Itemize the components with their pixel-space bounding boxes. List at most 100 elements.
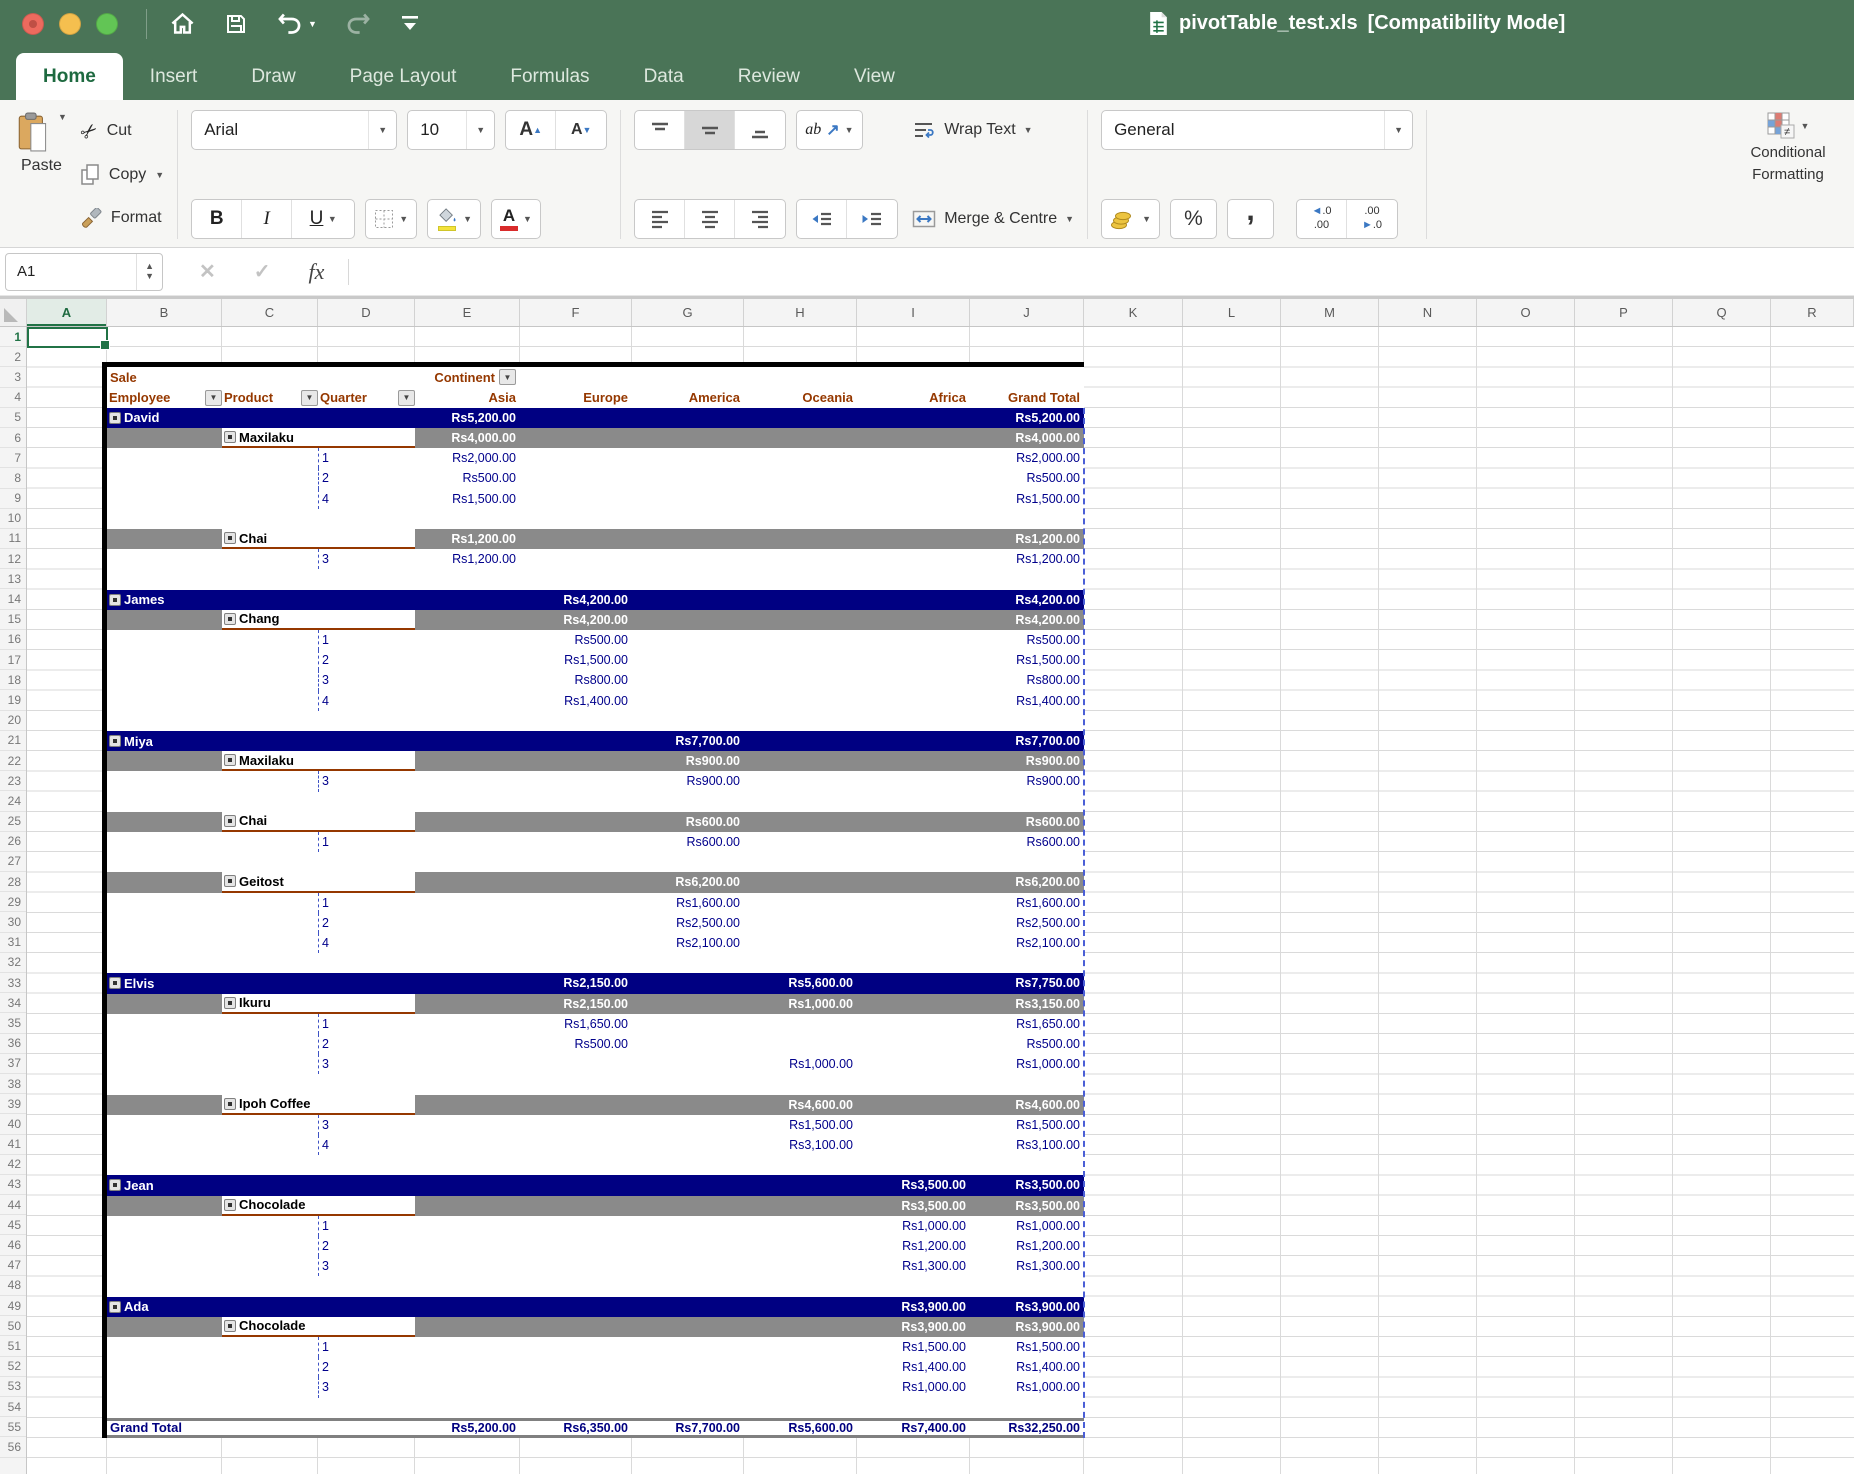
cell-I33[interactable] xyxy=(857,973,970,993)
cell-D55[interactable] xyxy=(318,1421,415,1435)
cell-F20[interactable] xyxy=(520,711,632,731)
expand-button[interactable] xyxy=(109,977,121,989)
conditional-formatting-button[interactable]: ≠ ▼ Conditional Formatting xyxy=(1730,110,1846,239)
cell-I8[interactable] xyxy=(857,468,970,488)
cell-I54[interactable] xyxy=(857,1398,970,1418)
cell-E29[interactable] xyxy=(415,893,520,913)
cell-B37[interactable] xyxy=(107,1054,222,1074)
cell-J33[interactable]: Rs7,750.00 xyxy=(970,973,1084,993)
cell-B7[interactable] xyxy=(107,448,222,468)
cell-C46[interactable] xyxy=(222,1236,318,1256)
cell-J49[interactable]: Rs3,900.00 xyxy=(970,1297,1084,1317)
insert-function-icon[interactable]: fx xyxy=(309,259,325,285)
column-header-R[interactable]: R xyxy=(1771,299,1854,326)
align-right-icon[interactable] xyxy=(735,200,785,238)
cell-I30[interactable] xyxy=(857,913,970,933)
cell-E4[interactable]: Asia xyxy=(415,388,520,408)
row-header-56[interactable]: 56 xyxy=(0,1437,26,1457)
expand-button[interactable] xyxy=(109,735,121,747)
cell-D28[interactable] xyxy=(318,872,415,892)
cell-E30[interactable] xyxy=(415,913,520,933)
cell-H30[interactable] xyxy=(744,913,857,933)
cell-I55[interactable]: Rs7,400.00 xyxy=(857,1421,970,1435)
cell-G23[interactable]: Rs900.00 xyxy=(632,771,744,791)
cell-D34[interactable] xyxy=(318,994,415,1014)
row-header-11[interactable]: 11 xyxy=(0,529,26,549)
column-header-C[interactable]: C xyxy=(222,299,318,326)
cell-I18[interactable] xyxy=(857,670,970,690)
cell-E19[interactable] xyxy=(415,691,520,711)
row-header-1[interactable]: 1 xyxy=(0,327,26,347)
cell-B43[interactable]: Jean xyxy=(107,1175,222,1195)
cell-H13[interactable] xyxy=(744,569,857,589)
cell-C47[interactable] xyxy=(222,1256,318,1276)
cell-D41[interactable]: 4 xyxy=(318,1135,415,1155)
cell-I20[interactable] xyxy=(857,711,970,731)
cell-J36[interactable]: Rs500.00 xyxy=(970,1034,1084,1054)
cell-J14[interactable]: Rs4,200.00 xyxy=(970,590,1084,610)
cell-J21[interactable]: Rs7,700.00 xyxy=(970,731,1084,751)
cell-D49[interactable] xyxy=(318,1297,415,1317)
cell-C44[interactable]: Chocolade xyxy=(222,1196,318,1216)
cell-D36[interactable]: 2 xyxy=(318,1034,415,1054)
cell-I51[interactable]: Rs1,500.00 xyxy=(857,1337,970,1357)
row-header-32[interactable]: 32 xyxy=(0,953,26,973)
cell-B4[interactable]: Employee▼ xyxy=(107,388,222,408)
cell-G49[interactable] xyxy=(632,1297,744,1317)
cell-G37[interactable] xyxy=(632,1054,744,1074)
cell-B35[interactable] xyxy=(107,1014,222,1034)
row-header-35[interactable]: 35 xyxy=(0,1013,26,1033)
cell-H34[interactable]: Rs1,000.00 xyxy=(744,994,857,1014)
cell-D25[interactable] xyxy=(318,812,415,832)
cell-F22[interactable] xyxy=(520,751,632,771)
row-header-46[interactable]: 46 xyxy=(0,1235,26,1255)
cell-C19[interactable] xyxy=(222,691,318,711)
cell-J20[interactable] xyxy=(970,711,1084,731)
row-header-53[interactable]: 53 xyxy=(0,1377,26,1397)
cell-E35[interactable] xyxy=(415,1014,520,1034)
cell-B22[interactable] xyxy=(107,751,222,771)
cell-C18[interactable] xyxy=(222,670,318,690)
tab-review[interactable]: Review xyxy=(711,53,827,100)
cell-B52[interactable] xyxy=(107,1357,222,1377)
row-header-47[interactable]: 47 xyxy=(0,1256,26,1276)
cell-C10[interactable] xyxy=(222,509,318,529)
cell-I4[interactable]: Africa xyxy=(857,388,970,408)
cell-J45[interactable]: Rs1,000.00 xyxy=(970,1216,1084,1236)
cell-B10[interactable] xyxy=(107,509,222,529)
cell-D42[interactable] xyxy=(318,1155,415,1175)
cell-B29[interactable] xyxy=(107,893,222,913)
cell-F4[interactable]: Europe xyxy=(520,388,632,408)
filter-dropdown-icon[interactable]: ▼ xyxy=(499,369,516,385)
cell-G18[interactable] xyxy=(632,670,744,690)
row-header-4[interactable]: 4 xyxy=(0,388,26,408)
row-header-38[interactable]: 38 xyxy=(0,1074,26,1094)
cell-D8[interactable]: 2 xyxy=(318,468,415,488)
cell-H11[interactable] xyxy=(744,529,857,549)
cell-F11[interactable] xyxy=(520,529,632,549)
cell-D39[interactable] xyxy=(318,1095,415,1115)
cell-J28[interactable]: Rs6,200.00 xyxy=(970,872,1084,892)
cell-H47[interactable] xyxy=(744,1256,857,1276)
cell-C36[interactable] xyxy=(222,1034,318,1054)
cell-E3[interactable]: Continent▼ xyxy=(415,367,520,387)
cell-G6[interactable] xyxy=(632,428,744,448)
cell-E45[interactable] xyxy=(415,1216,520,1236)
cell-E55[interactable]: Rs5,200.00 xyxy=(415,1421,520,1435)
cell-I36[interactable] xyxy=(857,1034,970,1054)
row-header-17[interactable]: 17 xyxy=(0,650,26,670)
row-header-3[interactable]: 3 xyxy=(0,367,26,387)
tab-page-layout[interactable]: Page Layout xyxy=(323,53,484,100)
row-header-6[interactable]: 6 xyxy=(0,428,26,448)
cell-J10[interactable] xyxy=(970,509,1084,529)
cell-F55[interactable]: Rs6,350.00 xyxy=(520,1421,632,1435)
cell-G20[interactable] xyxy=(632,711,744,731)
cell-J15[interactable]: Rs4,200.00 xyxy=(970,610,1084,630)
cell-D50[interactable] xyxy=(318,1317,415,1337)
cell-C32[interactable] xyxy=(222,953,318,973)
cell-G5[interactable] xyxy=(632,408,744,428)
cell-C3[interactable] xyxy=(222,367,318,387)
cell-D6[interactable] xyxy=(318,428,415,448)
cell-G36[interactable] xyxy=(632,1034,744,1054)
cell-B44[interactable] xyxy=(107,1196,222,1216)
